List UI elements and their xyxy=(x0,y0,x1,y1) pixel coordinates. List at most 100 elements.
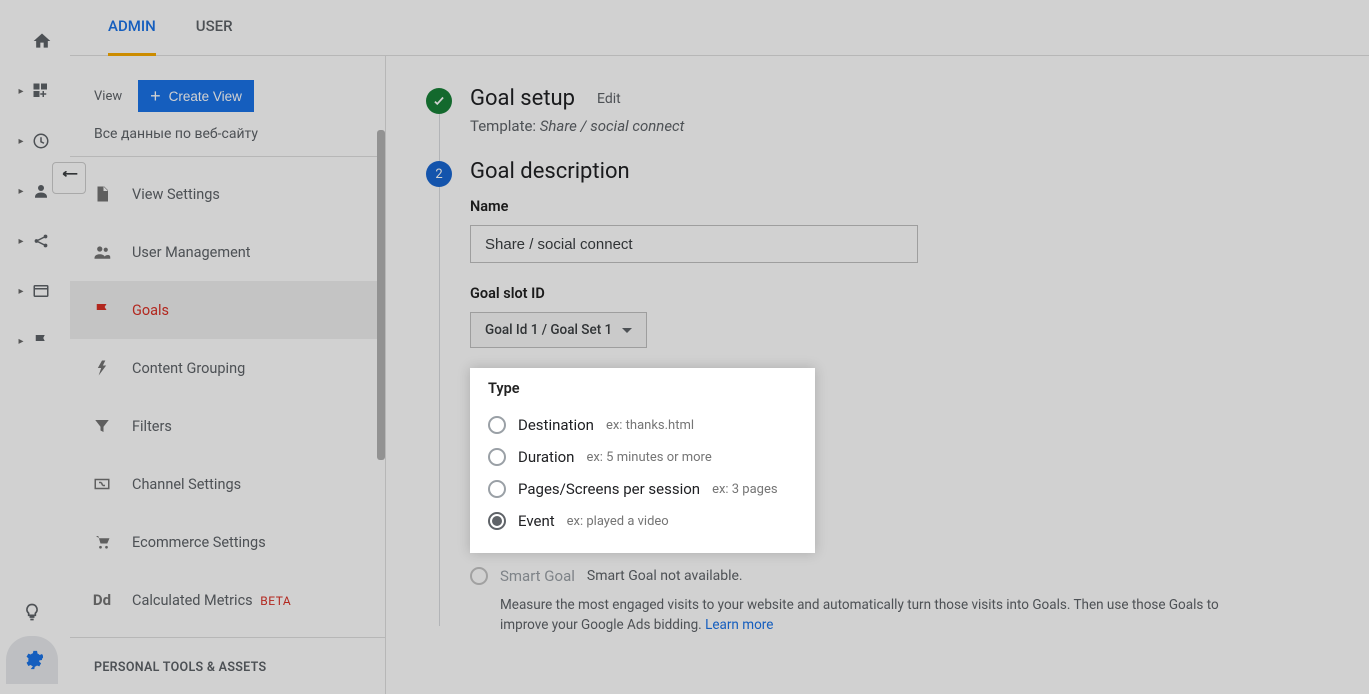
document-icon xyxy=(90,184,114,204)
back-arrow-icon xyxy=(59,171,79,185)
radio-icon xyxy=(488,448,506,466)
learn-more-link[interactable]: Learn more xyxy=(705,617,773,633)
radio-icon xyxy=(488,480,506,498)
slot-selected-value: Goal Id 1 / Goal Set 1 xyxy=(485,322,612,338)
type-option-destination[interactable]: Destination ex: thanks.html xyxy=(488,409,797,441)
left-rail-nav: ▸ ▸ ▸ ▸ ▸ xyxy=(0,0,70,694)
filter-icon xyxy=(90,417,114,435)
radio-checked-icon xyxy=(488,512,506,530)
type-option-label: Duration xyxy=(518,448,574,466)
step-goal-description: 2 Goal description Name Goal slot ID Goa… xyxy=(426,159,1329,636)
view-item-label: Channel Settings xyxy=(132,476,241,493)
people-icon xyxy=(90,243,114,261)
cart-icon xyxy=(90,533,114,551)
goal-editor: Goal setup Edit Template: Share / social… xyxy=(385,56,1369,694)
home-icon xyxy=(32,31,52,51)
goal-name-input[interactable] xyxy=(470,225,918,263)
radio-icon xyxy=(488,416,506,434)
step-title: Goal description xyxy=(470,159,1329,184)
step-number-badge: 2 xyxy=(426,161,452,187)
flag-icon xyxy=(90,300,114,320)
chevron-right-icon: ▸ xyxy=(16,286,26,296)
view-item-calculated-metrics[interactable]: Dd Calculated Metrics BETA xyxy=(70,571,385,629)
type-option-duration[interactable]: Duration ex: 5 minutes or more xyxy=(488,441,797,473)
chevron-right-icon: ▸ xyxy=(16,186,26,196)
type-option-example: ex: 5 minutes or more xyxy=(586,450,711,465)
slot-label: Goal slot ID xyxy=(470,285,1329,302)
view-item-goals[interactable]: Goals xyxy=(70,281,385,339)
rail-acquisition[interactable]: ▸ xyxy=(0,216,70,266)
lightbulb-icon xyxy=(22,602,42,622)
chevron-right-icon: ▸ xyxy=(16,336,26,346)
view-item-label: Goals xyxy=(132,302,169,319)
radio-disabled-icon xyxy=(470,567,488,585)
window-icon xyxy=(32,282,50,300)
scrollbar-thumb[interactable] xyxy=(377,130,385,460)
view-column-label: View xyxy=(94,89,122,104)
back-button[interactable] xyxy=(52,162,86,194)
view-item-user-management[interactable]: User Management xyxy=(70,223,385,281)
rail-customization[interactable]: ▸ xyxy=(0,66,70,116)
chevron-right-icon: ▸ xyxy=(16,136,26,146)
flag-icon xyxy=(32,332,50,350)
view-selector[interactable]: Все данные по веб-сайту xyxy=(70,120,385,157)
rail-conversions[interactable]: ▸ xyxy=(0,316,70,366)
content-grouping-icon xyxy=(90,358,114,378)
admin-tabs: ADMIN USER xyxy=(70,0,1369,56)
type-option-example: ex: 3 pages xyxy=(712,482,778,497)
type-option-label: Destination xyxy=(518,416,594,434)
tab-admin[interactable]: ADMIN xyxy=(108,0,156,56)
checkmark-icon xyxy=(426,88,452,114)
step-goal-setup: Goal setup Edit Template: Share / social… xyxy=(426,86,1329,135)
personal-tools-heading: PERSONAL TOOLS & ASSETS xyxy=(70,637,385,687)
view-panel: View + Create View Все данные по веб-сай… xyxy=(70,56,385,694)
grid-add-icon xyxy=(32,82,50,100)
view-item-content-grouping[interactable]: Content Grouping xyxy=(70,339,385,397)
plus-icon: + xyxy=(150,87,161,105)
step-title: Goal setup xyxy=(470,86,575,111)
type-label: Type xyxy=(488,380,797,397)
view-item-ecommerce-settings[interactable]: Ecommerce Settings xyxy=(70,513,385,571)
chevron-down-icon xyxy=(622,328,632,333)
view-item-channel-settings[interactable]: Channel Settings xyxy=(70,455,385,513)
tab-user[interactable]: USER xyxy=(196,0,233,56)
smart-goal-note: Smart Goal not available. xyxy=(587,568,743,584)
view-item-label: View Settings xyxy=(132,186,220,203)
smart-goal-description: Measure the most engaged visits to your … xyxy=(470,595,1250,636)
rail-admin[interactable] xyxy=(6,636,58,684)
smart-goal-label: Smart Goal xyxy=(500,567,575,585)
chevron-right-icon: ▸ xyxy=(16,86,26,96)
view-item-label: Content Grouping xyxy=(132,360,245,377)
create-view-button[interactable]: + Create View xyxy=(138,80,254,112)
edit-goal-setup[interactable]: Edit xyxy=(597,91,621,107)
person-icon xyxy=(32,182,50,200)
type-option-label: Event xyxy=(518,512,555,530)
view-item-view-settings[interactable]: View Settings xyxy=(70,165,385,223)
rail-discover[interactable] xyxy=(6,588,58,636)
template-line: Template: Share / social connect xyxy=(470,117,1329,135)
chevron-right-icon: ▸ xyxy=(16,236,26,246)
view-item-filters[interactable]: Filters xyxy=(70,397,385,455)
view-item-label: Calculated Metrics BETA xyxy=(132,592,291,609)
beta-badge: BETA xyxy=(260,594,291,608)
view-item-label: User Management xyxy=(132,244,251,261)
type-option-event[interactable]: Event ex: played a video xyxy=(488,505,797,537)
type-selector-card: Type Destination ex: thanks.html Duratio… xyxy=(470,368,815,553)
name-label: Name xyxy=(470,198,1329,215)
gear-icon xyxy=(21,649,43,671)
goal-slot-select[interactable]: Goal Id 1 / Goal Set 1 xyxy=(470,312,647,348)
type-option-example: ex: thanks.html xyxy=(606,418,694,433)
view-item-label: Ecommerce Settings xyxy=(132,534,266,551)
rail-behavior[interactable]: ▸ xyxy=(0,266,70,316)
rail-realtime[interactable]: ▸ xyxy=(0,116,70,166)
channel-icon xyxy=(90,475,114,493)
clock-icon xyxy=(32,132,50,150)
type-option-example: ex: played a video xyxy=(567,514,669,529)
rail-home[interactable]: ▸ xyxy=(0,16,70,66)
type-option-label: Pages/Screens per session xyxy=(518,480,700,498)
dd-icon: Dd xyxy=(90,591,114,609)
type-option-pages[interactable]: Pages/Screens per session ex: 3 pages xyxy=(488,473,797,505)
share-icon xyxy=(32,232,50,250)
type-option-smart-goal: Smart Goal Smart Goal not available. xyxy=(470,553,1329,585)
view-item-label: Filters xyxy=(132,418,172,435)
